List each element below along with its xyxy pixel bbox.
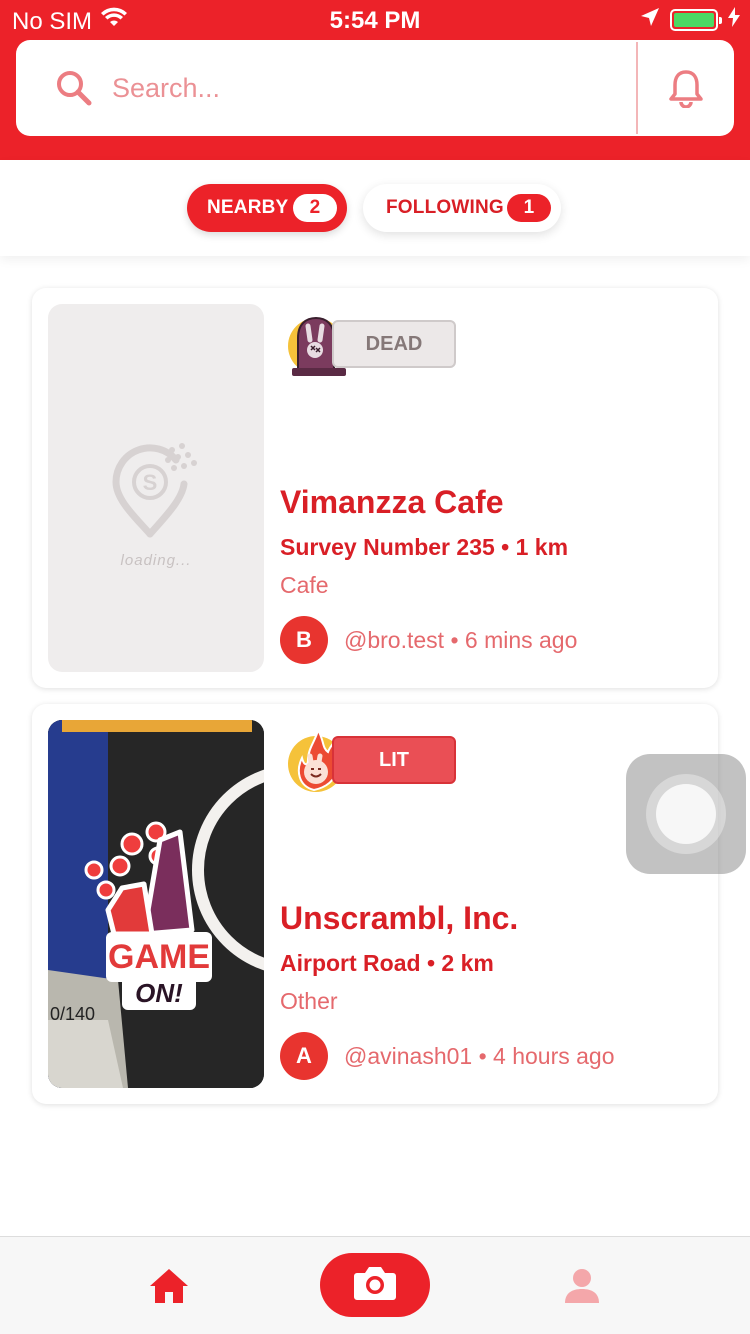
assistive-touch-dot [656,784,716,844]
author-line: @avinash01 • 4 hours ago [344,1042,615,1069]
status-time: 5:54 PM [329,7,421,34]
profile-icon[interactable] [562,1267,602,1310]
post-photo: 0/140 GAME ON! [48,720,264,1088]
search-divider [636,42,638,134]
bottom-nav [0,1236,750,1334]
camera-button[interactable] [320,1253,430,1317]
avatar[interactable]: B [280,616,328,664]
sticker-text: GAME [108,938,210,976]
placeholder-location-icon: S [110,438,202,543]
camera-icon [353,1265,397,1306]
post-author[interactable]: A @avinash01 • 4 hours ago [280,1032,615,1080]
search-icon[interactable] [56,70,92,111]
place-address: Survey Number 235 • 1 km [280,534,569,560]
tab-nearby[interactable]: NEARBY 2 [187,184,347,232]
status-badge: DEAD [332,320,456,368]
place-category: Other [280,988,338,1014]
post-thumbnail[interactable]: S loading... [48,304,264,672]
post-card[interactable]: S loading... DEAD Vimanzza Cafe Survey N… [32,288,718,688]
feed-tabs: NEARBY 2 FOLLOWING 1 [0,160,750,256]
bell-icon[interactable] [668,68,704,113]
place-address: Airport Road • 2 km [280,950,494,976]
tab-nearby-label: NEARBY [207,197,289,218]
author-line: @bro.test • 6 mins ago [344,626,578,653]
assistive-touch-button[interactable] [626,754,746,874]
search-bar [16,40,734,136]
status-bar: No SIM 5:54 PM [0,0,750,40]
battery-icon [670,9,722,31]
app-screen: No SIM 5:54 PM Search... NEARBY 2 FOLLOW… [0,0,750,1334]
tab-following-label: FOLLOWING [386,197,504,218]
svg-text:0/140: 0/140 [50,1004,95,1024]
post-card[interactable]: 0/140 GAME ON! LIT Unscrambl, Inc. Airpo… [32,704,718,1104]
status-badge: LIT [332,736,456,784]
place-name[interactable]: Unscrambl, Inc. [280,900,518,937]
search-input[interactable] [112,66,632,110]
svg-text:S: S [143,470,158,495]
home-icon[interactable] [148,1267,190,1310]
place-name[interactable]: Vimanzza Cafe [280,484,504,521]
tab-following[interactable]: FOLLOWING 1 [363,184,561,232]
status-right [640,6,740,34]
loading-label: loading... [120,552,192,569]
svg-text:ON!: ON! [135,978,183,1008]
post-thumbnail[interactable]: 0/140 GAME ON! [48,720,264,1088]
tab-following-count: 1 [507,194,551,222]
location-arrow-icon [640,6,660,34]
tab-nearby-count: 2 [293,194,337,222]
app-header: No SIM 5:54 PM [0,0,750,160]
charging-bolt-icon [728,6,740,34]
post-author[interactable]: B @bro.test • 6 mins ago [280,616,577,664]
avatar[interactable]: A [280,1032,328,1080]
place-category: Cafe [280,572,329,598]
